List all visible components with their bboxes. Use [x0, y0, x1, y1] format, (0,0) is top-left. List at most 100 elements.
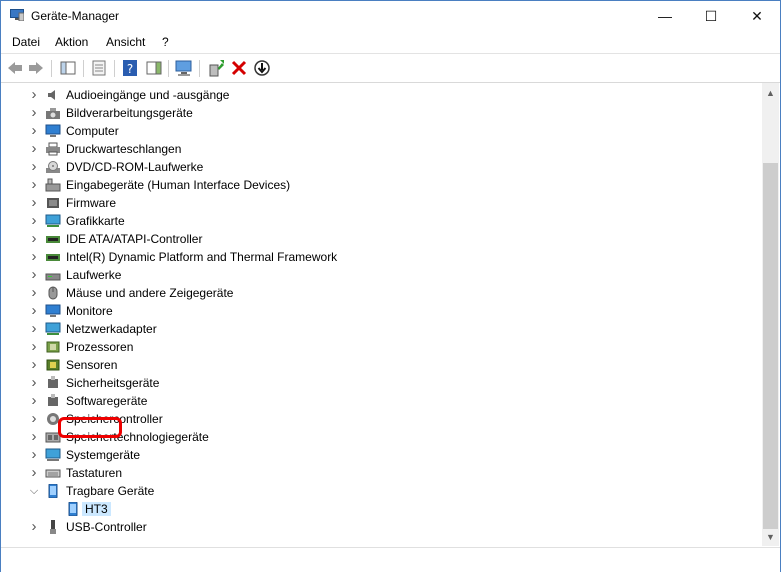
scan-hardware-icon[interactable]	[175, 59, 193, 77]
action-pane-icon[interactable]	[145, 59, 163, 77]
tree-category[interactable]: › Grafikkarte	[1, 212, 761, 230]
speaker-icon	[45, 88, 61, 102]
chevron-right-icon[interactable]: ›	[28, 320, 40, 338]
system-device-icon	[45, 448, 61, 462]
tree-category-label: Tastaturen	[66, 466, 123, 480]
tree-category-label: DVD/CD-ROM-Laufwerke	[66, 160, 204, 174]
display-adapter-icon	[45, 214, 61, 228]
chevron-right-icon[interactable]: ›	[28, 140, 40, 158]
chevron-right-icon[interactable]: ›	[28, 248, 40, 266]
chevron-down-icon[interactable]: ⌵	[28, 482, 40, 500]
window-title: Geräte-Manager	[31, 9, 120, 23]
tree-category[interactable]: › Sicherheitsgeräte	[1, 374, 761, 392]
tree-category[interactable]: ⌵ Tragbare Geräte	[1, 482, 761, 500]
portable-device-icon	[45, 483, 61, 499]
tree-category[interactable]: › IDE ATA/ATAPI-Controller	[1, 230, 761, 248]
minimize-button[interactable]: —	[642, 1, 688, 31]
chevron-right-icon[interactable]: ›	[28, 518, 40, 536]
tree-category[interactable]: › Tastaturen	[1, 464, 761, 482]
tree-category[interactable]: › Intel(R) Dynamic Platform and Thermal F…	[1, 248, 761, 266]
tree-category[interactable]: › Audioeingänge und -ausgänge	[1, 86, 761, 104]
tree-category[interactable]: › Sensoren	[1, 356, 761, 374]
tree-category[interactable]: › Softwaregeräte	[1, 392, 761, 410]
device-tree: › Audioeingänge und -ausgänge › Bildverarbe…	[1, 83, 761, 546]
update-driver-icon[interactable]	[207, 59, 225, 77]
tree-category-label: Sensoren	[66, 358, 118, 372]
tree-category-label: Audioeingänge und -ausgänge	[66, 88, 230, 102]
network-adapter-icon	[45, 322, 61, 336]
tree-category-label: Computer	[66, 124, 119, 138]
tree-category[interactable]: › Eingabegeräte (Human Interface Devices)	[1, 176, 761, 194]
tree-category[interactable]: › Druckwarteschlangen	[1, 140, 761, 158]
processor-icon	[45, 340, 61, 354]
chevron-right-icon[interactable]: ›	[28, 374, 40, 392]
chevron-right-icon[interactable]: ›	[28, 176, 40, 194]
chevron-right-icon[interactable]: ›	[28, 338, 40, 356]
toolbar-separator	[199, 60, 200, 77]
tree-device-item[interactable]: HT3	[1, 500, 761, 518]
tree-category-label: Tragbare Geräte	[66, 484, 155, 498]
tree-category-label: Eingabegeräte (Human Interface Devices)	[66, 178, 291, 192]
chevron-right-icon[interactable]: ›	[28, 266, 40, 284]
chevron-right-icon[interactable]: ›	[28, 122, 40, 140]
tree-category[interactable]: › Firmware	[1, 194, 761, 212]
maximize-button[interactable]: ☐	[688, 1, 734, 31]
tree-category[interactable]: › Netzwerkadapter	[1, 320, 761, 338]
chevron-right-icon[interactable]: ›	[28, 104, 40, 122]
menu-ansicht[interactable]: Ansicht	[106, 35, 145, 49]
tree-category[interactable]: › Computer	[1, 122, 761, 140]
hid-icon	[45, 178, 61, 192]
tree-category[interactable]: › Mäuse und andere Zeigegeräte	[1, 284, 761, 302]
chevron-right-icon[interactable]: ›	[28, 446, 40, 464]
chevron-right-icon[interactable]: ›	[28, 302, 40, 320]
tree-category[interactable]: › Monitore	[1, 302, 761, 320]
scroll-up-arrow-icon[interactable]: ▲	[762, 85, 779, 102]
tree-category-label: Prozessoren	[66, 340, 134, 354]
chevron-right-icon[interactable]: ›	[28, 428, 40, 446]
back-arrow-icon[interactable]	[6, 59, 24, 77]
uninstall-device-icon[interactable]	[230, 59, 248, 77]
properties-icon[interactable]	[90, 59, 108, 77]
chevron-right-icon[interactable]: ›	[28, 230, 40, 248]
help-icon[interactable]: ?	[121, 59, 139, 77]
tree-category-label: Grafikkarte	[66, 214, 125, 228]
toolbar-separator	[51, 60, 52, 77]
tree-category[interactable]: › USB-Controller	[1, 518, 761, 536]
tree-category-label: Intel(R) Dynamic Platform and Thermal Fr…	[66, 250, 338, 264]
security-device-icon	[45, 376, 61, 390]
tree-category[interactable]: › Laufwerke	[1, 266, 761, 284]
tree-category[interactable]: › DVD/CD-ROM-Laufwerke	[1, 158, 761, 176]
tree-category[interactable]: › Bildverarbeitungsgeräte	[1, 104, 761, 122]
chevron-right-icon[interactable]: ›	[28, 284, 40, 302]
menu-aktion[interactable]: Aktion	[55, 35, 88, 49]
status-bar	[1, 547, 780, 572]
chevron-right-icon[interactable]: ›	[28, 212, 40, 230]
disable-device-icon[interactable]	[253, 59, 271, 77]
toolbar-separator	[168, 60, 169, 77]
scrollbar-thumb[interactable]	[763, 163, 778, 529]
scroll-down-arrow-icon[interactable]: ▼	[762, 529, 779, 546]
close-button[interactable]: ✕	[734, 1, 780, 31]
tree-category-label: Firmware	[66, 196, 116, 210]
tree-category-label: Monitore	[66, 304, 113, 318]
camera-icon	[45, 106, 61, 120]
tree-category-label: IDE ATA/ATAPI-Controller	[66, 232, 203, 246]
menu-datei[interactable]: Datei	[12, 35, 40, 49]
show-hide-console-tree-icon[interactable]	[59, 59, 77, 77]
device-manager-app-icon	[10, 9, 24, 21]
tree-category[interactable]: › Prozessoren	[1, 338, 761, 356]
chevron-right-icon[interactable]: ›	[28, 194, 40, 212]
chevron-right-icon[interactable]: ›	[28, 392, 40, 410]
vertical-scrollbar[interactable]: ▲ ▼	[762, 83, 779, 546]
monitor-icon	[45, 304, 61, 318]
menu-help[interactable]: ?	[162, 35, 169, 49]
device-manager-window: Geräte-Manager — ☐ ✕ Datei Aktion Ansich…	[0, 0, 781, 572]
chevron-right-icon[interactable]: ›	[28, 410, 40, 428]
forward-arrow-icon[interactable]	[27, 59, 45, 77]
title-bar[interactable]: Geräte-Manager — ☐ ✕	[1, 1, 780, 31]
chevron-right-icon[interactable]: ›	[28, 464, 40, 482]
chevron-right-icon[interactable]: ›	[28, 86, 40, 104]
chevron-right-icon[interactable]: ›	[28, 356, 40, 374]
tree-category[interactable]: › Systemgeräte	[1, 446, 761, 464]
chevron-right-icon[interactable]: ›	[28, 158, 40, 176]
